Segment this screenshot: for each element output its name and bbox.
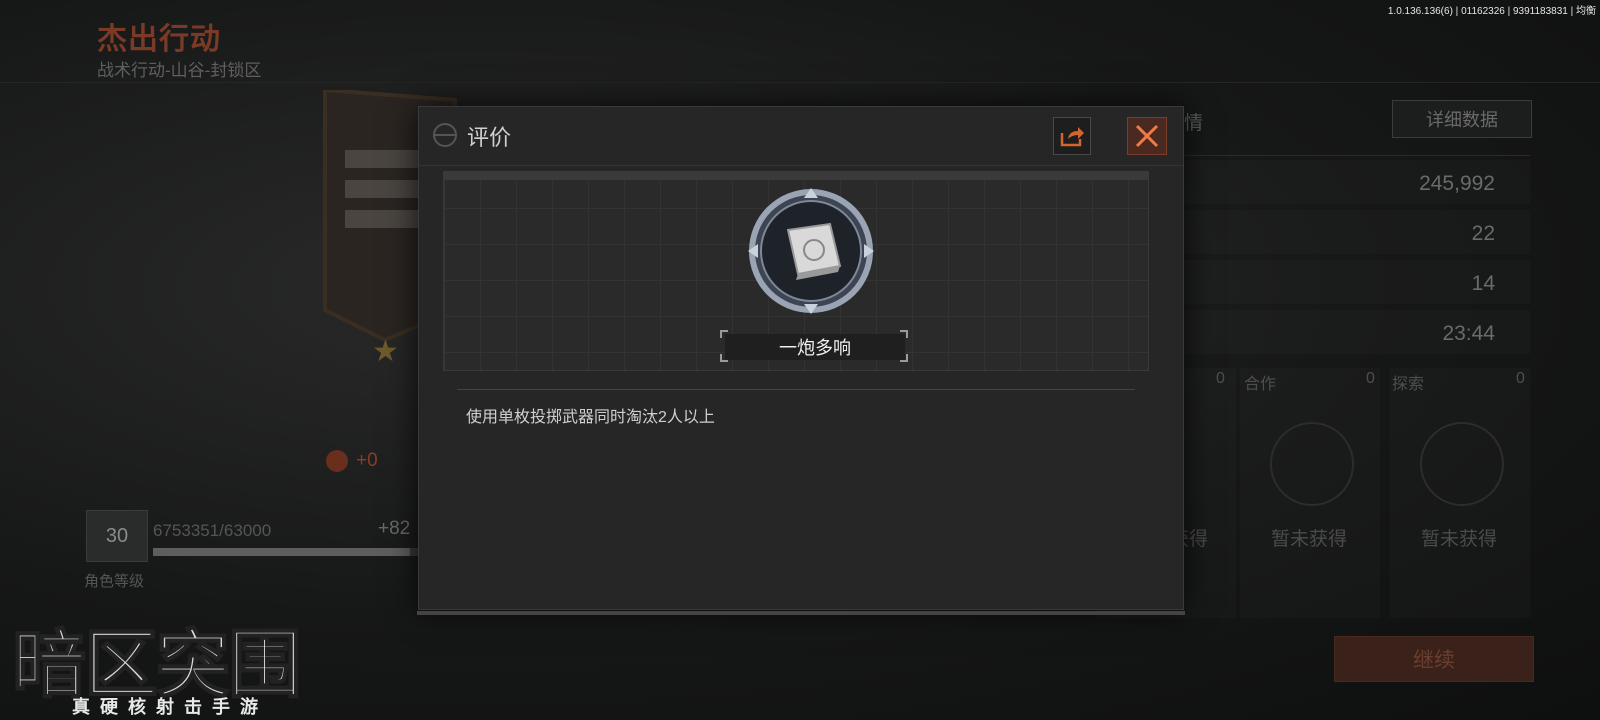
stat-value: 23:44 (1442, 322, 1495, 345)
level-badge: 30 (86, 510, 148, 562)
category-status: 暂未获得 (1421, 529, 1498, 550)
description-divider (457, 389, 1135, 390)
category-count: 0 (1516, 370, 1525, 387)
corner-bracket (720, 354, 728, 362)
level-label: 角色等级 (84, 573, 145, 590)
corner-bracket (720, 330, 728, 338)
header-divider (0, 82, 1600, 83)
exp-text: 6753351/63000 (153, 521, 272, 540)
exp-bar (153, 548, 423, 556)
detail-data-button[interactable]: 详细数据 (1392, 100, 1532, 138)
evaluation-dialog: 评价 一炮多响 使用单枚投掷武器同时淘汰2人以上 (417, 106, 1185, 615)
stat-value: 14 (1471, 272, 1495, 295)
exp-bar-fill (153, 548, 410, 556)
reward-tag: +0 (326, 448, 378, 474)
reward-icon (326, 450, 348, 472)
share-icon (1060, 127, 1084, 147)
category-badge-icon (1420, 422, 1504, 506)
category-badge-icon (1270, 422, 1354, 506)
details-divider (1180, 155, 1530, 156)
page-subtitle: 战术行动-山谷-封锁区 (97, 61, 262, 80)
logo-subtitle: 真硬核射击手游 (72, 697, 268, 717)
exp-gain: +82 (378, 518, 411, 539)
category-label: 合作 (1244, 376, 1277, 393)
showcase-top-bar (444, 172, 1148, 180)
corner-bracket (900, 354, 908, 362)
version-info: 1.0.136.136(6) | 01162326 | 9391183831 |… (1387, 6, 1596, 17)
medal-showcase: 一炮多响 (443, 171, 1149, 371)
stat-value: 22 (1471, 222, 1495, 245)
close-icon (1135, 124, 1159, 148)
stat-value: 245,992 (1419, 172, 1495, 195)
category-label: 探索 (1392, 376, 1425, 393)
category-count: 0 (1216, 370, 1225, 387)
globe-icon (433, 123, 457, 147)
share-button[interactable] (1053, 117, 1091, 155)
reward-value: +0 (356, 450, 378, 471)
corner-bracket (900, 330, 908, 338)
medal-description: 使用单枚投掷武器同时淘汰2人以上 (466, 409, 715, 426)
dialog-footer-bar (417, 611, 1185, 615)
medal-name: 一炮多响 (725, 334, 905, 360)
page-title: 杰出行动 (97, 23, 221, 56)
continue-button[interactable]: 继续 (1334, 636, 1534, 682)
dialog-title: 评价 (467, 125, 512, 150)
category-count: 0 (1366, 370, 1375, 387)
game-logo: 暗区突围 真硬核射击手游 (11, 605, 362, 717)
star-icon: ★ (372, 335, 399, 368)
close-button[interactable] (1127, 117, 1167, 155)
dialog-header: 评价 (419, 107, 1183, 166)
medal-icon (748, 188, 874, 314)
category-status: 暂未获得 (1271, 529, 1348, 550)
